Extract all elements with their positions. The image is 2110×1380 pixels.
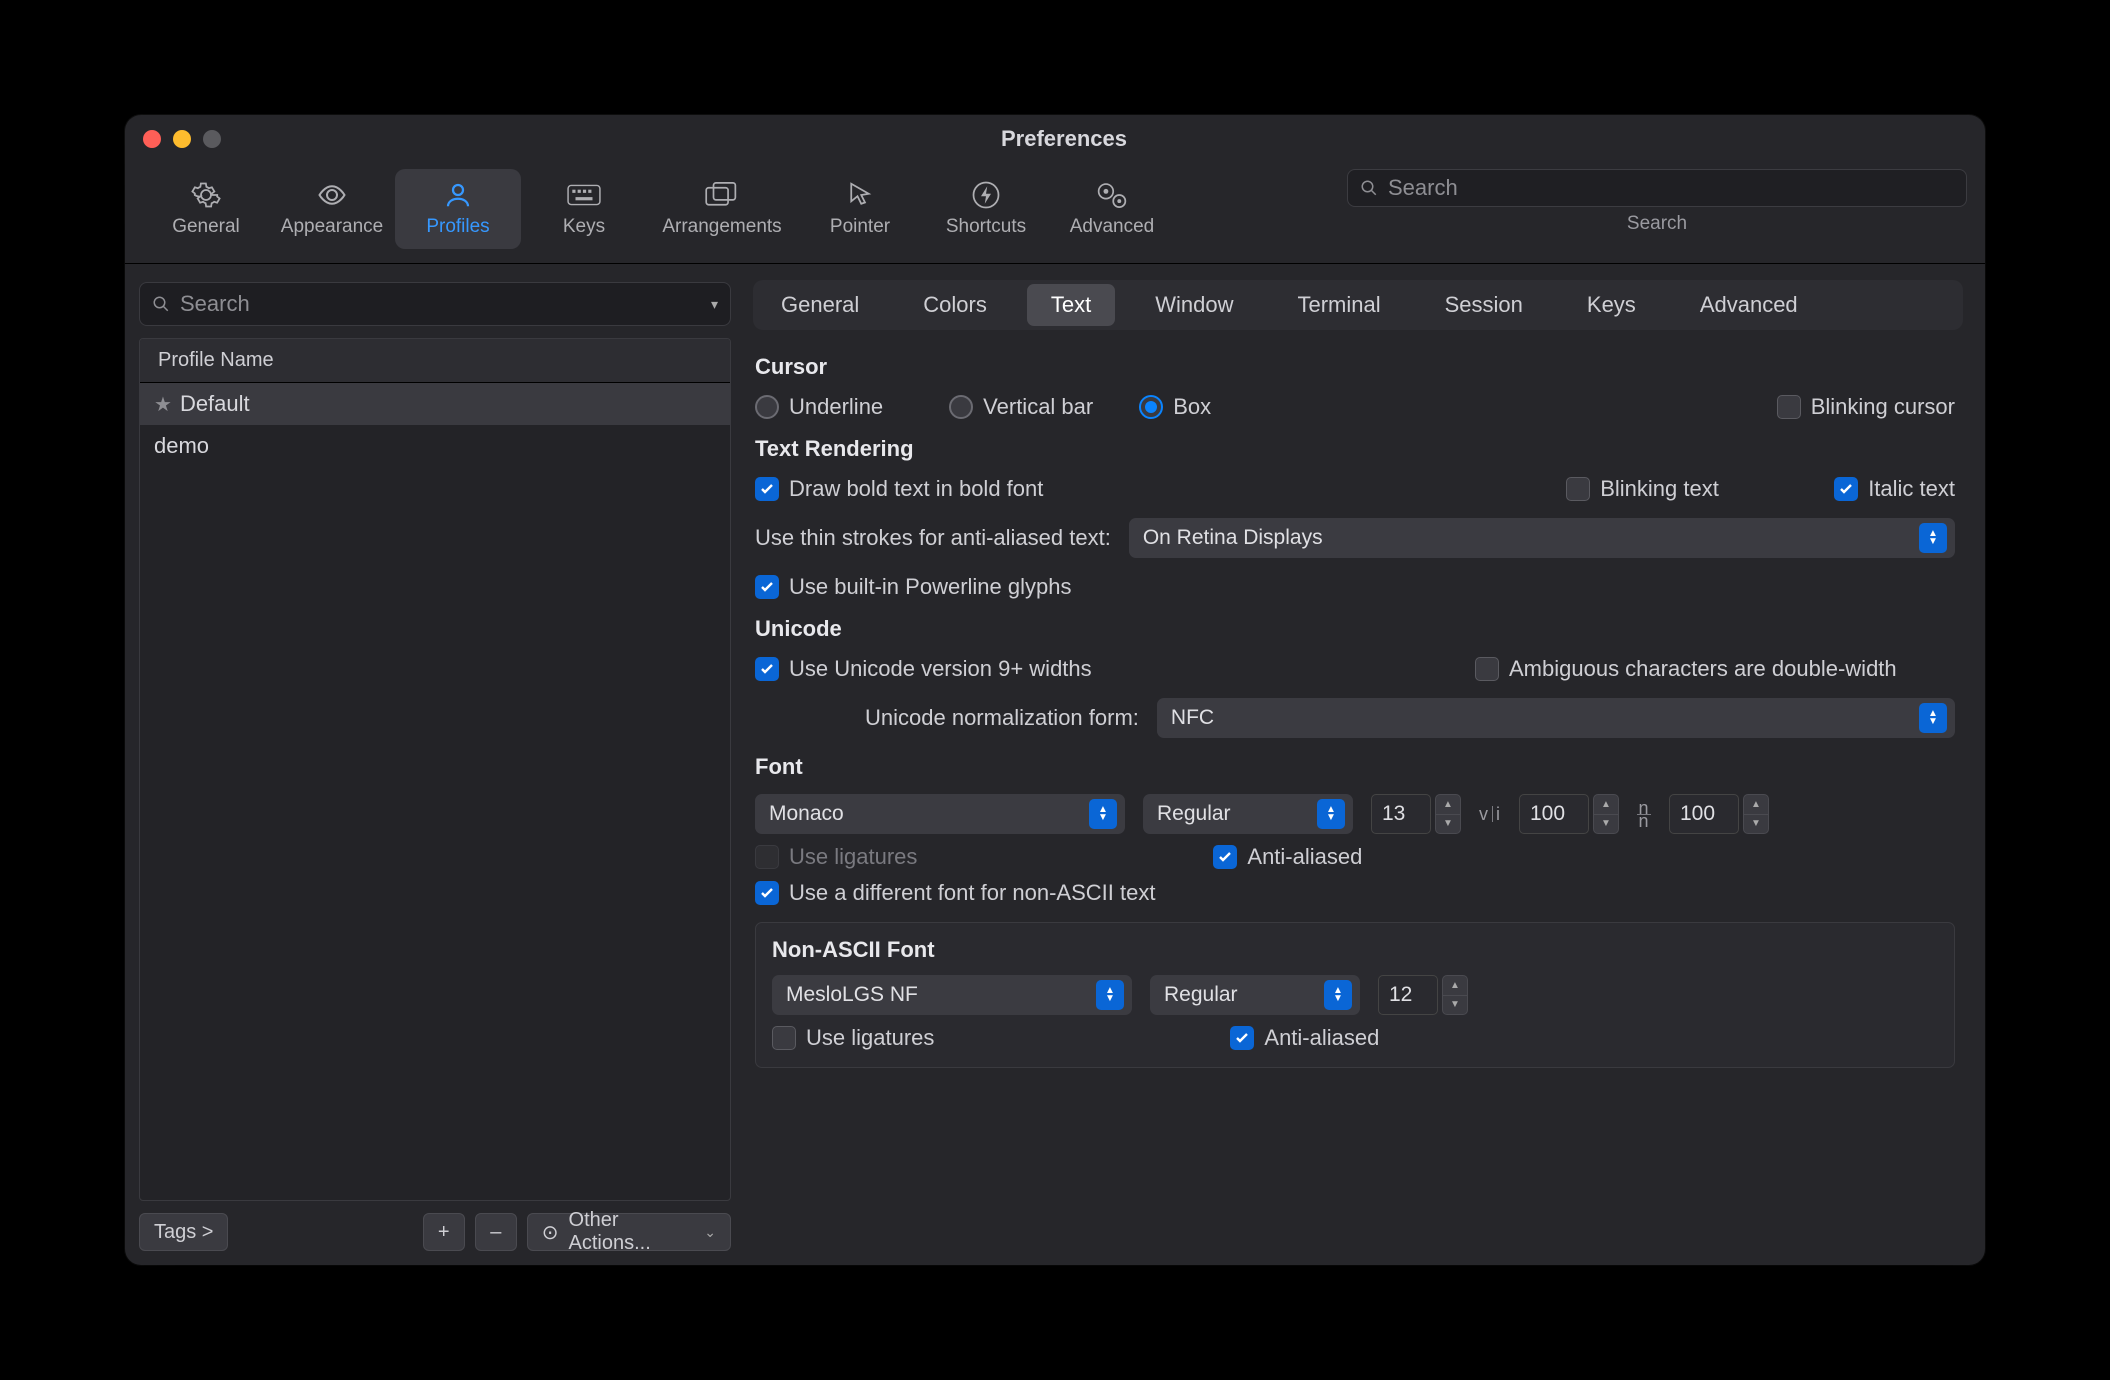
remove-profile-button[interactable]: – (475, 1213, 517, 1251)
hspacing-icon: vi (1479, 804, 1501, 825)
blinking-text-checkbox[interactable]: Blinking text (1566, 476, 1816, 502)
preferences-window: Preferences General Appearance Profiles … (125, 115, 1985, 1265)
body: Search ▾ Profile Name ★ Default demo Tag… (125, 264, 1985, 1265)
tab-colors[interactable]: Colors (899, 284, 1011, 326)
italic-text-checkbox[interactable]: Italic text (1834, 476, 1955, 502)
norm-select[interactable]: NFC ▲▼ (1157, 698, 1955, 738)
toolbar-items: General Appearance Profiles Keys Arrange… (143, 169, 1175, 249)
text-panel: Cursor Underline Vertical bar Box (753, 348, 1963, 1243)
profile-tabs: General Colors Text Window Terminal Sess… (753, 280, 1963, 330)
draw-bold-checkbox[interactable]: Draw bold text in bold font (755, 476, 1043, 502)
tab-window[interactable]: Window (1131, 284, 1257, 326)
other-actions-button[interactable]: ⊙ Other Actions... ⌄ (527, 1213, 731, 1251)
zoom-button[interactable] (203, 130, 221, 148)
toolbar-shortcuts[interactable]: Shortcuts (923, 169, 1049, 249)
toolbar-profiles[interactable]: Profiles (395, 169, 521, 249)
close-button[interactable] (143, 130, 161, 148)
non-ascii-antialiased-checkbox[interactable]: Anti-aliased (1230, 1025, 1379, 1051)
ellipsis-icon: ⊙ (542, 1220, 559, 1245)
unicode-heading: Unicode (755, 616, 1955, 642)
profile-search-input[interactable]: Search ▾ (139, 282, 731, 326)
chevron-down-icon: ⌄ (704, 1224, 716, 1241)
traffic-lights (143, 130, 221, 148)
diff-font-checkbox[interactable]: Use a different font for non-ASCII text (755, 880, 1155, 906)
profile-row[interactable]: demo (140, 425, 730, 467)
font-ligatures-checkbox[interactable]: Use ligatures (755, 844, 917, 870)
chevron-down-icon: ▾ (711, 296, 718, 313)
toolbar-keys[interactable]: Keys (521, 169, 647, 249)
toolbar-pointer[interactable]: Pointer (797, 169, 923, 249)
eye-icon (315, 180, 349, 210)
profile-table: Profile Name ★ Default demo (139, 338, 731, 1201)
tags-button[interactable]: Tags > (139, 1213, 228, 1251)
toolbar-search-label: Search (1627, 213, 1687, 235)
tab-session[interactable]: Session (1421, 284, 1547, 326)
window-title: Preferences (221, 126, 1907, 152)
vspacing-stepper[interactable]: 100 ▲▼ (1669, 794, 1769, 834)
tab-text[interactable]: Text (1027, 284, 1115, 326)
bolt-icon (969, 180, 1003, 210)
non-ascii-box: Non-ASCII Font MesloLGS NF ▲▼ Regular ▲▼… (755, 922, 1955, 1068)
non-ascii-style-select[interactable]: Regular ▲▼ (1150, 975, 1360, 1015)
toolbar-general[interactable]: General (143, 169, 269, 249)
cursor-heading: Cursor (755, 354, 1955, 380)
toolbar: General Appearance Profiles Keys Arrange… (125, 163, 1985, 264)
star-icon: ★ (154, 392, 172, 417)
ambiguous-width-checkbox[interactable]: Ambiguous characters are double-width (1475, 656, 1955, 682)
profile-table-header: Profile Name (140, 339, 730, 383)
norm-label: Unicode normalization form: (865, 705, 1139, 731)
add-profile-button[interactable]: + (423, 1213, 465, 1251)
minimize-button[interactable] (173, 130, 191, 148)
non-ascii-size-stepper[interactable]: 12 ▲▼ (1378, 975, 1468, 1015)
cursor-vertical-radio[interactable]: Vertical bar (949, 394, 1093, 420)
tab-keys[interactable]: Keys (1563, 284, 1660, 326)
powerline-checkbox[interactable]: Use built-in Powerline glyphs (755, 574, 1071, 600)
font-size-stepper[interactable]: 13 ▲▼ (1371, 794, 1461, 834)
titlebar: Preferences (125, 115, 1985, 163)
profile-row[interactable]: ★ Default (140, 383, 730, 425)
sidebar-footer: Tags > + – ⊙ Other Actions... ⌄ (139, 1213, 731, 1251)
vspacing-icon: nn (1637, 804, 1651, 825)
pointer-icon (843, 180, 877, 210)
toolbar-advanced[interactable]: Advanced (1049, 169, 1175, 249)
toolbar-search-input[interactable]: Search (1347, 169, 1967, 207)
non-ascii-family-select[interactable]: MesloLGS NF ▲▼ (772, 975, 1132, 1015)
person-icon (441, 180, 475, 210)
gear-icon (189, 180, 223, 210)
tab-advanced[interactable]: Advanced (1676, 284, 1822, 326)
keyboard-icon (567, 180, 601, 210)
tab-general[interactable]: General (757, 284, 883, 326)
non-ascii-ligatures-checkbox[interactable]: Use ligatures (772, 1025, 934, 1051)
search-icon (1360, 179, 1378, 197)
sidebar: Search ▾ Profile Name ★ Default demo Tag… (125, 264, 745, 1265)
thin-strokes-select[interactable]: On Retina Displays ▲▼ (1129, 518, 1955, 558)
non-ascii-heading: Non-ASCII Font (772, 937, 1938, 963)
text-rendering-heading: Text Rendering (755, 436, 1955, 462)
unicode-v9-checkbox[interactable]: Use Unicode version 9+ widths (755, 656, 1092, 682)
tab-terminal[interactable]: Terminal (1273, 284, 1404, 326)
content: General Colors Text Window Terminal Sess… (745, 264, 1985, 1265)
cursor-box-radio[interactable]: Box (1139, 394, 1211, 420)
blinking-cursor-checkbox[interactable]: Blinking cursor (1777, 394, 1955, 420)
windows-icon (705, 180, 739, 210)
toolbar-arrangements[interactable]: Arrangements (647, 169, 797, 249)
font-antialiased-checkbox[interactable]: Anti-aliased (1213, 844, 1362, 870)
toolbar-search-wrap: Search Search (1347, 169, 1967, 235)
font-family-select[interactable]: Monaco ▲▼ (755, 794, 1125, 834)
search-icon (152, 295, 170, 313)
hspacing-stepper[interactable]: 100 ▲▼ (1519, 794, 1619, 834)
font-heading: Font (755, 754, 1955, 780)
cursor-underline-radio[interactable]: Underline (755, 394, 883, 420)
toolbar-appearance[interactable]: Appearance (269, 169, 395, 249)
font-style-select[interactable]: Regular ▲▼ (1143, 794, 1353, 834)
gears-icon (1095, 180, 1129, 210)
thin-strokes-label: Use thin strokes for anti-aliased text: (755, 525, 1111, 551)
